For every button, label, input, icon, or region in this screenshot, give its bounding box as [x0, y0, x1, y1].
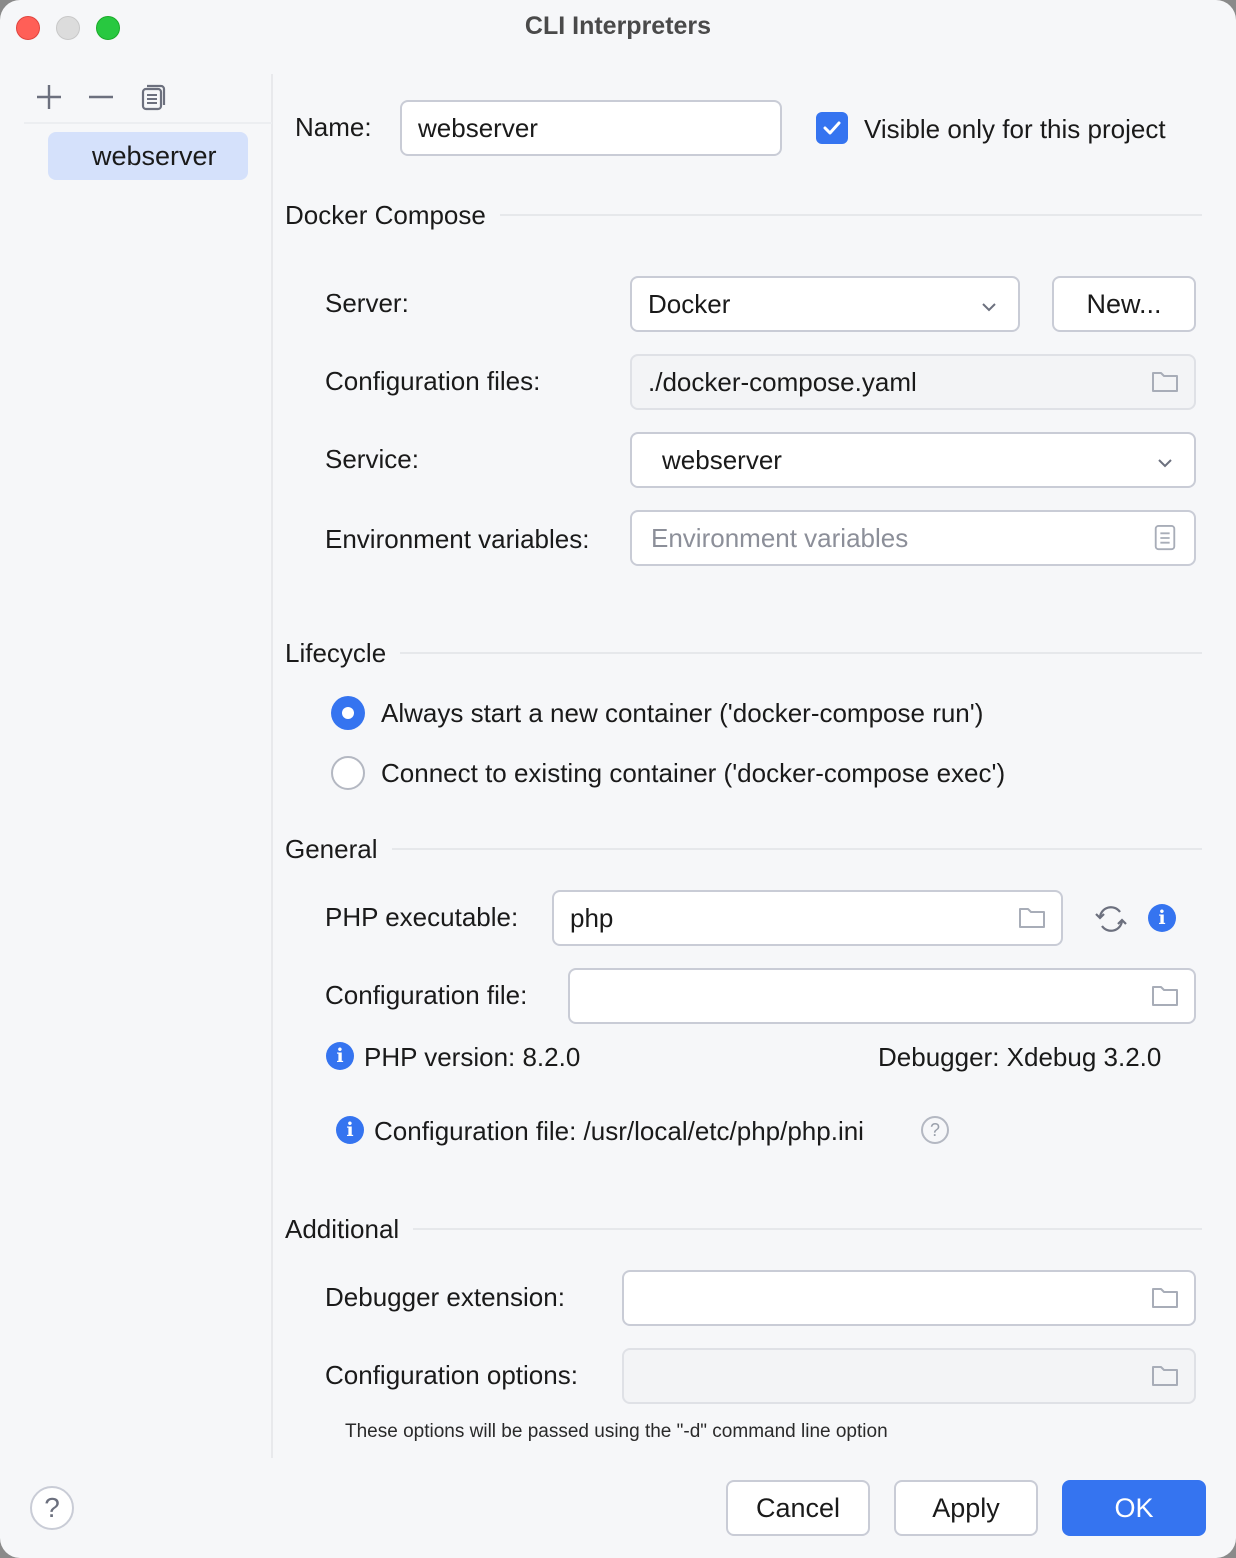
add-interpreter-button[interactable] [32, 82, 66, 112]
connect-existing-container-label[interactable]: Connect to existing container ('docker-c… [381, 758, 1005, 789]
dialog-footer: ? Cancel Apply OK [0, 1458, 1236, 1558]
new-server-button[interactable]: New... [1052, 276, 1196, 332]
chevron-down-icon [982, 303, 996, 312]
folder-icon[interactable] [1150, 369, 1180, 395]
list-toolbar [24, 74, 272, 124]
general-section-header: General [285, 832, 1202, 866]
config-files-label: Configuration files: [325, 366, 541, 396]
cli-interpreters-dialog: CLI Interpreters webserver Name: webserv… [0, 0, 1236, 1558]
lifecycle-section-header: Lifecycle [285, 636, 1202, 670]
env-vars-placeholder: Environment variables [651, 523, 909, 553]
debugger-extension-label: Debugger extension: [325, 1282, 565, 1312]
edit-list-icon[interactable] [1150, 525, 1180, 551]
folder-icon[interactable] [1150, 983, 1180, 1009]
help-button[interactable]: ? [30, 1486, 74, 1530]
remove-icon [89, 95, 113, 99]
loaded-config-file-text: Configuration file: /usr/local/etc/php/p… [374, 1116, 864, 1146]
remove-interpreter-button[interactable] [84, 82, 118, 112]
additional-section-title: Additional [285, 1213, 400, 1244]
config-file-label: Configuration file: [325, 980, 528, 1010]
checkmark-icon [823, 121, 841, 135]
visible-only-label: Visible only for this project [864, 114, 1166, 144]
apply-button[interactable]: Apply [894, 1480, 1038, 1536]
server-selected-value: Docker [648, 289, 731, 319]
radio-connect-existing-container[interactable] [331, 756, 365, 790]
name-input[interactable]: webserver [400, 100, 782, 156]
help-icon[interactable]: ? [921, 1116, 949, 1144]
server-label: Server: [325, 288, 409, 318]
divider [400, 652, 1202, 654]
copy-interpreter-button[interactable] [136, 82, 170, 112]
interpreter-item-webserver[interactable]: webserver [48, 132, 248, 180]
php-info-icon[interactable]: i [1148, 904, 1176, 932]
php-version-text: PHP version: 8.2.0 [364, 1042, 581, 1072]
add-icon [37, 85, 61, 109]
interpreter-settings-panel: Name: webserver Visible only for this pr… [275, 74, 1236, 1458]
lifecycle-section-title: Lifecycle [285, 637, 387, 668]
start-new-container-label[interactable]: Always start a new container ('docker-co… [381, 698, 983, 729]
php-executable-input[interactable]: php [552, 890, 1063, 946]
window-title: CLI Interpreters [524, 12, 712, 40]
service-selected-value: webserver [662, 445, 782, 475]
info-icon: i [326, 1042, 354, 1070]
php-executable-value: php [570, 903, 614, 933]
folder-icon[interactable] [1150, 1363, 1180, 1389]
interpreter-list-panel: webserver [0, 74, 273, 1458]
debugger-text: Debugger: Xdebug 3.2.0 [878, 1042, 1162, 1072]
copy-icon [141, 84, 166, 111]
general-section-title: General [285, 833, 378, 864]
divider [499, 214, 1202, 216]
title-bar: CLI Interpreters [0, 0, 1236, 56]
docker-compose-section-title: Docker Compose [285, 199, 486, 230]
info-icon: i [336, 1116, 364, 1144]
radio-start-new-container[interactable] [331, 696, 365, 730]
service-label: Service: [325, 444, 419, 474]
config-options-label: Configuration options: [325, 1360, 578, 1390]
config-options-input[interactable] [622, 1348, 1196, 1404]
chevron-down-icon [1158, 459, 1172, 468]
config-file-input[interactable] [568, 968, 1196, 1024]
cancel-button[interactable]: Cancel [726, 1480, 870, 1536]
additional-section-header: Additional [285, 1212, 1202, 1246]
php-executable-label: PHP executable: [325, 902, 519, 932]
env-vars-label: Environment variables: [325, 524, 590, 554]
config-options-hint: These options will be passed using the "… [345, 1421, 888, 1442]
name-label: Name: [295, 112, 372, 142]
refresh-icon[interactable] [1093, 904, 1129, 934]
folder-icon[interactable] [1017, 905, 1047, 931]
divider [391, 848, 1202, 850]
debugger-extension-input[interactable] [622, 1270, 1196, 1326]
docker-compose-section-header: Docker Compose [285, 198, 1202, 232]
ok-button[interactable]: OK [1062, 1480, 1206, 1536]
divider [413, 1228, 1202, 1230]
config-files-value: ./docker-compose.yaml [648, 367, 917, 397]
folder-icon[interactable] [1150, 1285, 1180, 1311]
config-files-input[interactable]: ./docker-compose.yaml [630, 354, 1196, 410]
visible-only-checkbox[interactable] [816, 112, 848, 144]
service-dropdown[interactable]: webserver [630, 432, 1196, 488]
server-dropdown[interactable]: Docker [630, 276, 1020, 332]
env-vars-input[interactable]: Environment variables [630, 510, 1196, 566]
